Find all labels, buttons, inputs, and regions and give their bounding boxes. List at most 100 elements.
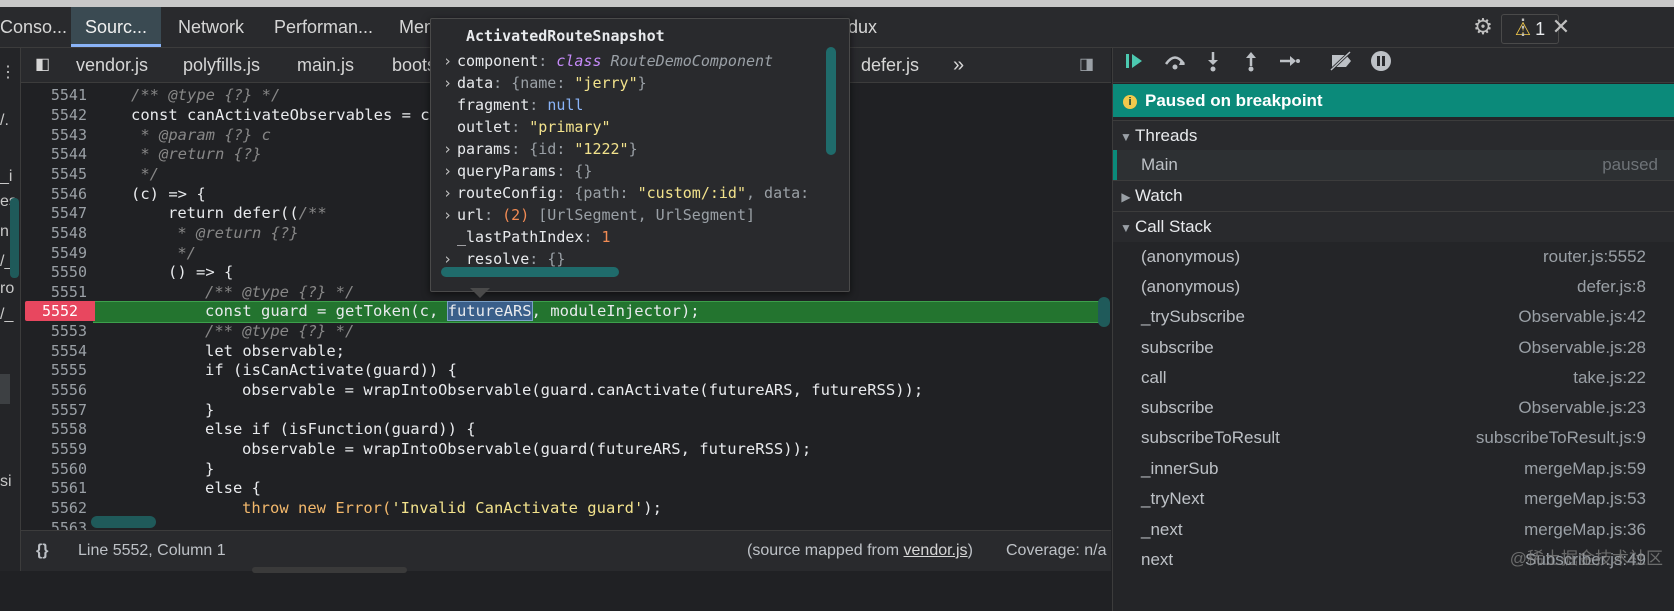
call-frame[interactable]: (anonymous) router.js:5552 — [1113, 242, 1674, 272]
line-number[interactable]: 5550 — [21, 262, 87, 282]
tab-sources[interactable]: Sourc... — [71, 7, 161, 47]
navigator-strip: ⋮ /. _i es n /_ ro /_ si — [0, 48, 21, 578]
call-frame[interactable]: subscribeToResult subscribeToResult.js:9 — [1113, 423, 1674, 453]
line-number[interactable]: 5551 — [21, 282, 87, 302]
tab-redux[interactable]: dux — [848, 7, 888, 47]
line-number[interactable]: 5560 — [21, 459, 87, 479]
line-number[interactable]: 5549 — [21, 243, 87, 263]
line-number[interactable]: 5541 — [21, 85, 87, 105]
call-frame[interactable]: subscribe Observable.js:23 — [1113, 393, 1674, 423]
expand-arrow-icon[interactable]: › — [443, 72, 457, 94]
line-gutter[interactable]: 5541 5542 5543 5544 5545 5546 5547 5548 … — [21, 83, 95, 530]
section-call-stack[interactable]: ▼ Call Stack — [1113, 211, 1674, 242]
hovered-identifier[interactable]: futureARS — [446, 301, 533, 321]
thread-row-main[interactable]: Main paused — [1113, 150, 1674, 180]
pretty-print-button[interactable]: {} — [36, 531, 48, 571]
prop-routeconfig[interactable]: › routeConfig: {path: "custom/:id", data: — [443, 182, 809, 204]
frame-location[interactable]: subscribeToResult.js:9 — [1476, 423, 1646, 453]
frame-location[interactable]: take.js:22 — [1573, 363, 1646, 393]
expand-arrow-icon[interactable]: › — [443, 138, 457, 160]
line-number[interactable]: 5544 — [21, 144, 87, 164]
prop-params[interactable]: › params: {id: "1222"} — [443, 138, 638, 160]
line-number[interactable]: 5555 — [21, 360, 87, 380]
object-preview-popover[interactable]: ActivatedRouteSnapshot › component: class… — [430, 18, 850, 292]
source-map-link[interactable]: vendor.js — [904, 542, 968, 559]
prop-data[interactable]: › data: {name: "jerry"} — [443, 72, 647, 94]
expand-arrow-icon[interactable]: › — [443, 50, 457, 72]
call-frame[interactable]: _next mergeMap.js:36 — [1113, 515, 1674, 545]
expand-arrow-icon[interactable]: › — [443, 160, 457, 182]
breakpoint-marker[interactable]: 5552 — [25, 301, 95, 321]
pause-on-exceptions-icon[interactable] — [1365, 50, 1397, 80]
step-out-icon[interactable] — [1235, 50, 1267, 80]
line-number[interactable]: 5561 — [21, 478, 87, 498]
line-number[interactable]: 5557 — [21, 400, 87, 420]
frame-location[interactable]: Observable.js:28 — [1518, 333, 1646, 363]
section-threads[interactable]: ▼ Threads — [1113, 120, 1674, 151]
more-icon[interactable]: ⋮ — [0, 62, 16, 82]
call-frame[interactable]: (anonymous) defer.js:8 — [1113, 272, 1674, 302]
more-vertical-icon[interactable]: ⋮ — [1508, 7, 1538, 47]
line-number[interactable]: 5543 — [21, 125, 87, 145]
tab-console[interactable]: Conso... — [0, 7, 70, 47]
popover-vertical-scrollbar[interactable] — [826, 47, 836, 155]
line-number[interactable]: 5558 — [21, 419, 87, 439]
step-over-icon[interactable] — [1159, 50, 1191, 80]
prop-key: outlet — [457, 118, 512, 136]
prop-url[interactable]: › url: (2) [UrlSegment, UrlSegment] — [443, 204, 755, 226]
call-frame[interactable]: call take.js:22 — [1113, 363, 1674, 393]
deactivate-breakpoints-icon[interactable] — [1325, 50, 1357, 80]
resume-icon[interactable] — [1119, 50, 1151, 80]
prop-key: routeConfig — [457, 184, 557, 202]
prop-queryparams[interactable]: › queryParams: {} — [443, 160, 592, 182]
call-frame[interactable]: _innerSub mergeMap.js:59 — [1113, 454, 1674, 484]
prop-colon: : — [529, 250, 548, 268]
call-frame[interactable]: subscribe Observable.js:28 — [1113, 333, 1674, 363]
frame-location[interactable]: mergeMap.js:59 — [1524, 454, 1646, 484]
file-tab-vendor[interactable]: vendor.js — [76, 48, 148, 82]
editor-vertical-scrollbar[interactable] — [1098, 297, 1110, 327]
line-number[interactable]: 5559 — [21, 439, 87, 459]
page-scrollbar[interactable] — [252, 567, 407, 573]
frame-location[interactable]: mergeMap.js:53 — [1524, 484, 1646, 514]
popover-horizontal-scrollbar[interactable] — [441, 267, 619, 277]
tab-memory[interactable]: Mem — [399, 7, 431, 47]
call-frame[interactable]: _tryNext mergeMap.js:53 — [1113, 484, 1674, 514]
editor-horizontal-scrollbar[interactable] — [91, 516, 156, 528]
frame-location[interactable]: defer.js:8 — [1577, 272, 1646, 302]
step-into-icon[interactable] — [1197, 50, 1229, 80]
frame-location[interactable]: router.js:5552 — [1543, 242, 1646, 272]
line-number[interactable]: 5562 — [21, 498, 87, 518]
toggle-navigator-icon[interactable]: ◧ — [35, 48, 59, 82]
gear-icon[interactable]: ⚙ — [1468, 7, 1498, 47]
frame-location[interactable]: mergeMap.js:36 — [1524, 515, 1646, 545]
call-frame[interactable]: _trySubscribe Observable.js:42 — [1113, 302, 1674, 332]
frame-location[interactable]: Observable.js:23 — [1518, 393, 1646, 423]
line-number[interactable]: 5546 — [21, 184, 87, 204]
line-number[interactable]: 5554 — [21, 341, 87, 361]
prop-component[interactable]: › component: class RouteDemoComponent — [443, 50, 773, 72]
expand-arrow-icon[interactable]: › — [443, 182, 457, 204]
tab-performance[interactable]: Performan... — [274, 7, 374, 47]
section-watch[interactable]: ▶ Watch — [1113, 180, 1674, 211]
line-number[interactable]: 5545 — [21, 164, 87, 184]
code-line: /** @type {?} */ — [205, 283, 355, 301]
file-tab-defer[interactable]: defer.js — [861, 48, 919, 82]
line-number[interactable]: 5547 — [21, 203, 87, 223]
navigator-selected-row[interactable] — [0, 374, 10, 404]
line-number[interactable]: 5556 — [21, 380, 87, 400]
line-number[interactable]: 5553 — [21, 321, 87, 341]
file-tab-main[interactable]: main.js — [297, 48, 354, 82]
tab-network[interactable]: Network — [178, 7, 258, 47]
expand-arrow-icon[interactable]: › — [443, 204, 457, 226]
line-number[interactable]: 5548 — [21, 223, 87, 243]
step-icon[interactable] — [1273, 50, 1305, 80]
toggle-debugger-icon[interactable]: ◨ — [1079, 48, 1094, 82]
close-icon[interactable]: ✕ — [1546, 7, 1576, 47]
line-number[interactable]: 5563 — [21, 518, 87, 530]
line-number[interactable]: 5542 — [21, 105, 87, 125]
more-tabs-icon[interactable]: » — [953, 48, 964, 82]
frame-location[interactable]: Observable.js:42 — [1518, 302, 1646, 332]
navigator-scrollbar[interactable] — [10, 198, 19, 278]
file-tab-polyfills[interactable]: polyfills.js — [183, 48, 260, 82]
